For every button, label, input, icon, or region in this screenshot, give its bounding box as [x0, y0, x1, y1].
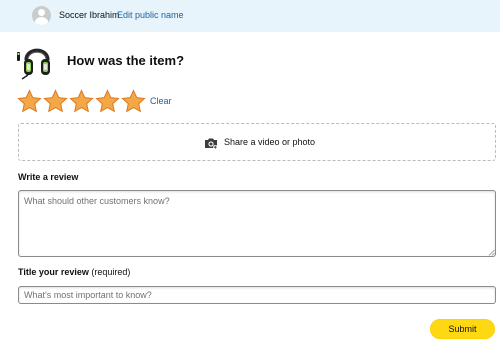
clear-rating-link[interactable]: Clear: [150, 96, 172, 106]
share-media-button[interactable]: Share a video or photo: [18, 123, 496, 161]
star-4-icon[interactable]: [95, 89, 120, 114]
avatar: [32, 6, 51, 25]
title-review-label-text: Title your review: [18, 267, 89, 277]
product-image: [17, 48, 50, 80]
share-media-label: Share a video or photo: [224, 137, 316, 147]
profile-header: Soccer Ibrahim Edit public name: [0, 0, 500, 32]
resize-handle-icon[interactable]: [488, 249, 495, 256]
write-review-label: Write a review: [18, 172, 79, 182]
star-2-icon[interactable]: [43, 89, 68, 114]
title-review-label: Title your review (required): [18, 267, 130, 277]
submit-button[interactable]: Submit: [430, 319, 495, 339]
star-3-icon[interactable]: [69, 89, 94, 114]
edit-public-name-link[interactable]: Edit public name: [117, 10, 184, 20]
star-5-icon[interactable]: [121, 89, 146, 114]
review-question: How was the item?: [67, 53, 185, 68]
camera-icon: [205, 138, 218, 150]
star-1-icon[interactable]: [17, 89, 42, 114]
required-note: (required): [91, 267, 131, 277]
review-title-input[interactable]: [18, 286, 496, 304]
review-textarea[interactable]: [18, 190, 496, 257]
user-name: Soccer Ibrahim: [59, 10, 120, 20]
